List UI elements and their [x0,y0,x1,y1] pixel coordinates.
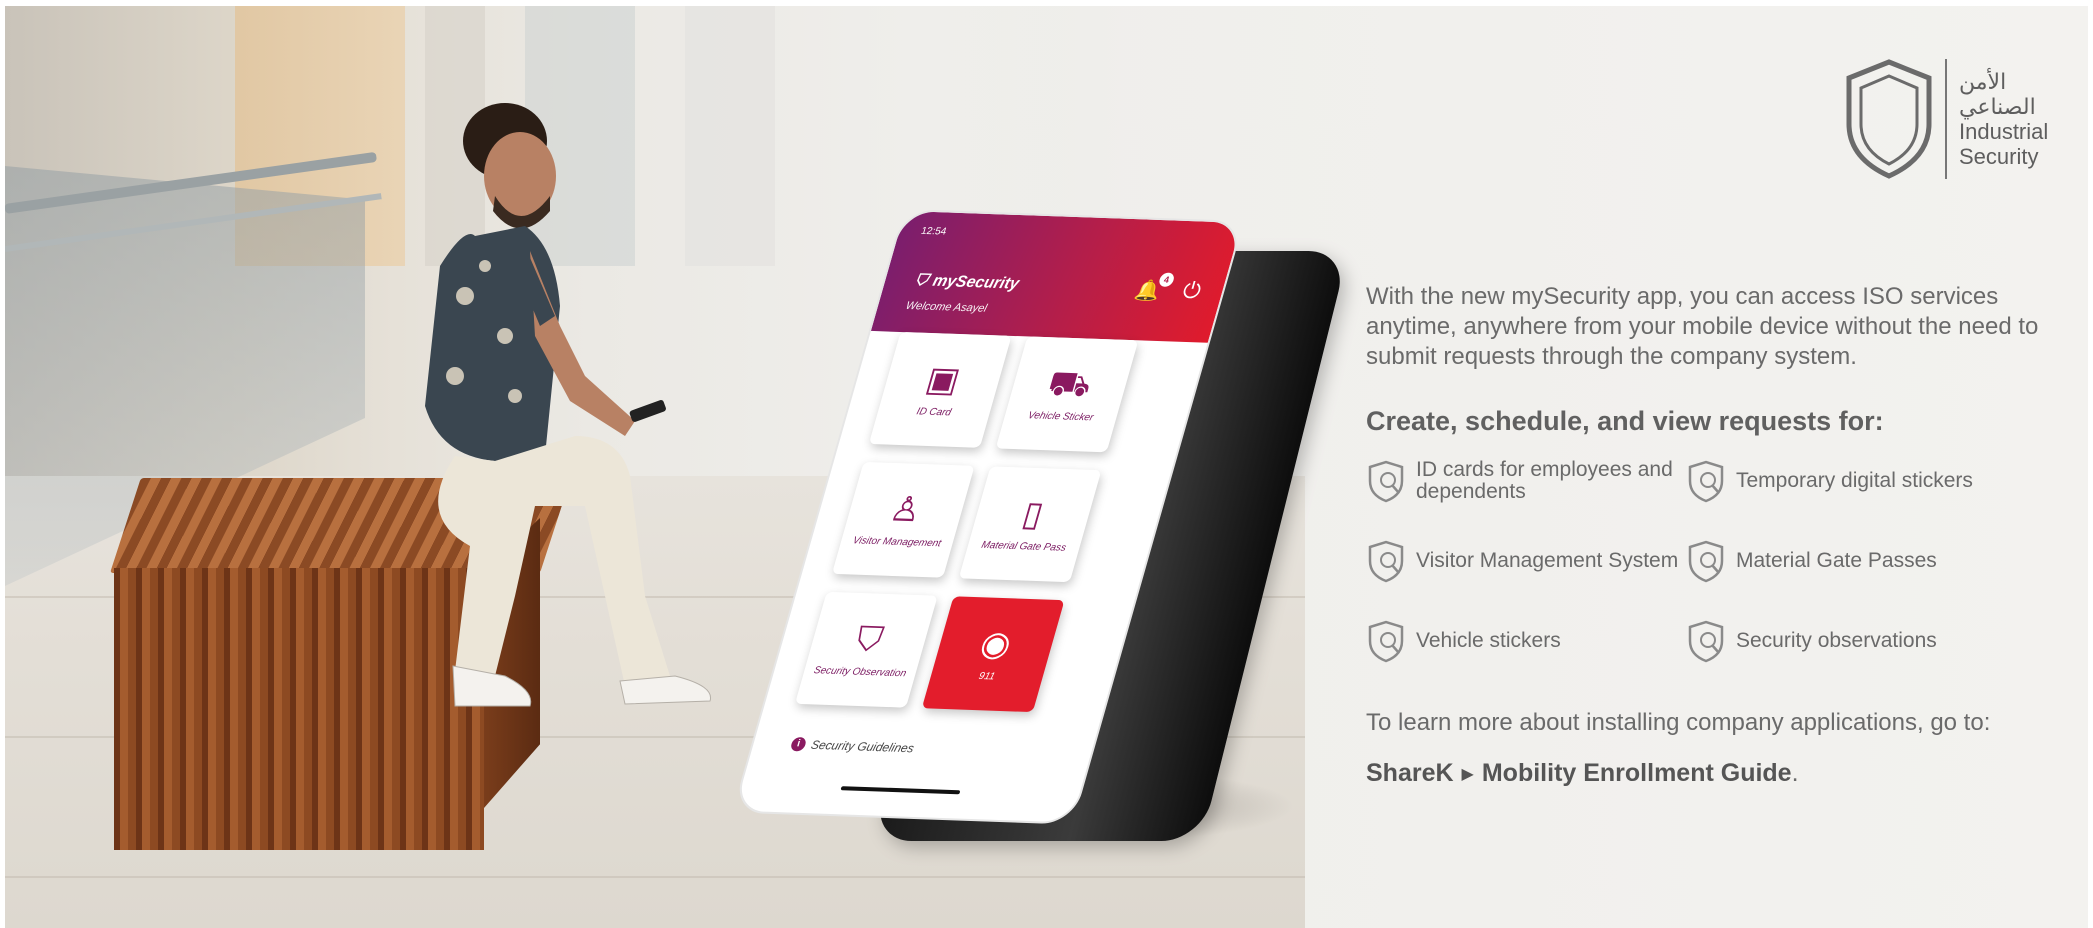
app-name: mySecurity [930,272,1021,293]
promo-copy: With the new mySecurity app, you can acc… [1366,282,2086,788]
feature-item: Visitor Management System [1366,539,1696,583]
logo-english-line2: Security [1959,144,2039,169]
feature-item: Material Gate Passes [1686,539,2016,583]
feature-item: Temporary digital stickers [1686,459,2016,503]
promo-banner: 12:54 ⛉ mySecurity Welcome Asayel 🔔 4 ⏻ … [5,6,2088,928]
notification-badge: 4 [1157,272,1176,288]
logo-english-line1: Industrial [1959,119,2049,144]
shield-check-icon [1688,620,1724,663]
feature-item: Vehicle stickers [1366,619,1696,663]
status-time: 12:54 [919,225,948,238]
info-icon: i [789,737,808,752]
car-icon: ⛟ [1043,364,1097,405]
shield-logo-icon [1846,59,1932,179]
tile-material-gate-pass[interactable]: ▯ Material Gate Pass [958,466,1102,583]
shield-logo-icon: ⛉ [912,272,930,290]
security-guidelines-link[interactable]: i Security Guidelines [789,737,916,755]
shield-check-icon [1368,540,1404,583]
welcome-text: Welcome Asayel [904,299,989,315]
phone-mockup: 12:54 ⛉ mySecurity Welcome Asayel 🔔 4 ⏻ … [734,211,1349,871]
learn-more-text: To learn more about installing company a… [1366,709,1991,736]
shield-icon: ⛉ [851,620,888,660]
logo-arabic-line2: الصناعي [1959,94,2036,119]
intro-paragraph: With the new mySecurity app, you can acc… [1366,283,2039,370]
enrollment-guide-link[interactable]: ShareK ▶ Mobility Enrollment Guide . [1366,759,2086,788]
shield-check-icon [1688,460,1724,503]
logo-arabic-line1: الأمن [1959,69,2007,94]
app-brand: ⛉ mySecurity [913,272,1021,294]
shield-check-icon [1368,620,1404,663]
features-heading: Create, schedule, and view requests for: [1366,406,1884,436]
power-icon[interactable]: ⏻ [1180,277,1204,304]
id-card-icon: ▣ [921,360,965,400]
sharek-label: ShareK [1366,759,1454,787]
emergency-icon: ◉ [975,624,1017,664]
industrial-security-logo: الأمن الصناعي Industrial Security [1843,54,2063,184]
feature-list: ID cards for employees and dependents Te… [1366,459,2086,679]
person-icon: ♙ [885,490,927,530]
tile-911[interactable]: ◉ 911 [921,596,1065,713]
shield-check-icon [1368,460,1404,503]
feature-item: ID cards for employees and dependents [1366,459,1696,503]
arrow-right-icon: ▶ [1461,765,1474,783]
tile-id-card[interactable]: ▣ ID Card [868,331,1012,448]
gate-pass-icon: ▯ [1018,494,1048,534]
tile-visitor-management[interactable]: ♙ Visitor Management [831,461,975,578]
enrollment-guide-label: Mobility Enrollment Guide [1481,759,1792,787]
shield-check-icon [1688,540,1724,583]
app-header: 12:54 ⛉ mySecurity Welcome Asayel 🔔 4 ⏻ [870,211,1242,343]
feature-item: Security observations [1686,619,2016,663]
home-indicator [840,786,961,795]
tile-vehicle-sticker[interactable]: ⛟ Vehicle Sticker [995,336,1139,453]
tile-security-observation[interactable]: ⛉ Security Observation [794,591,938,708]
